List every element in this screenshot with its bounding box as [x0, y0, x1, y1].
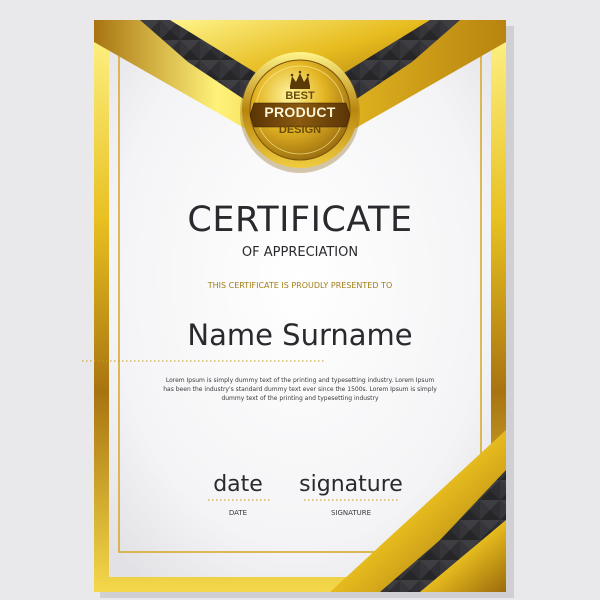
date-label: DATE — [228, 509, 248, 517]
recipient-name: Name Surname — [187, 318, 413, 352]
certificate-subtitle: OF APPRECIATION — [241, 245, 359, 260]
certificate-canvas: BEST PRODUCT DESIGN CERTIFICATE OF APPRE… — [0, 0, 600, 600]
signature-label: SIGNATURE — [330, 509, 372, 517]
body-paragraph: Lorem Ipsum is simply dummy text of the … — [163, 377, 437, 402]
signature-script: signature — [299, 472, 403, 497]
medal-line-best: BEST — [285, 90, 315, 102]
date-script: date — [213, 472, 263, 497]
medal-line-product: PRODUCT — [264, 104, 336, 120]
certificate-title: CERTIFICATE — [187, 200, 413, 240]
presented-to-text: THIS CERTIFICATE IS PROUDLY PRESENTED TO — [207, 281, 393, 290]
medal-line-design: DESIGN — [278, 124, 322, 136]
